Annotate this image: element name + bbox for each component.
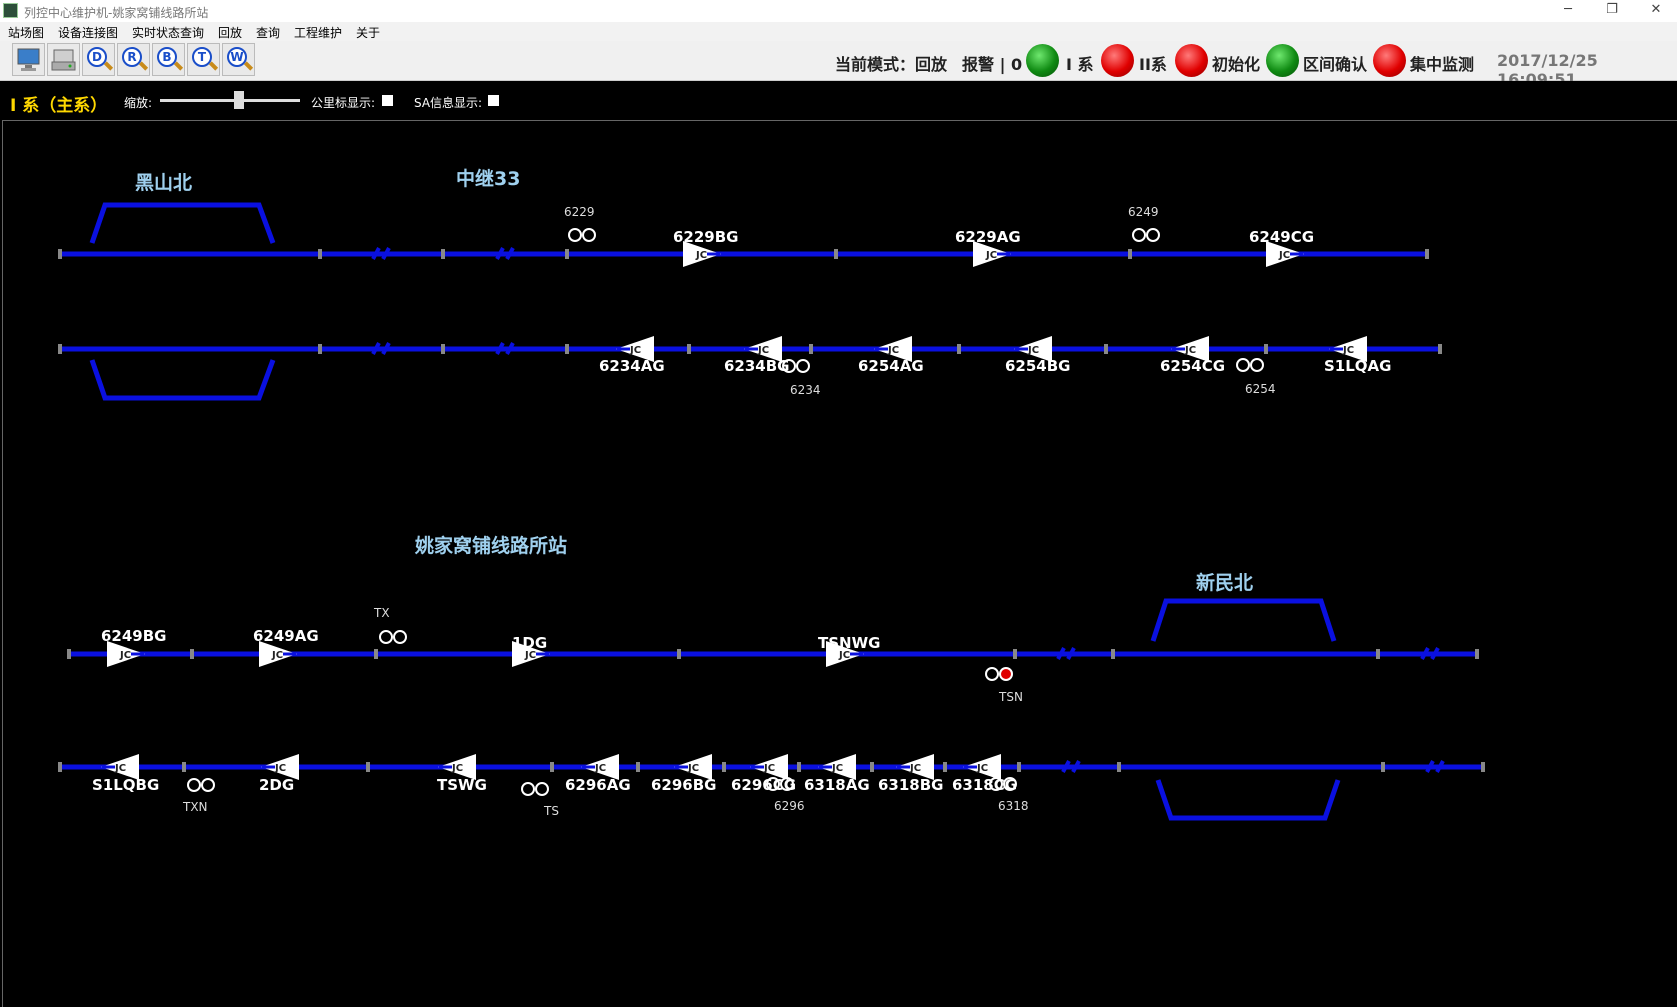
balise-label-txn: TXN — [182, 800, 208, 814]
platform-outlines — [89, 202, 1341, 821]
system-2-label: II系 — [1139, 55, 1167, 74]
balise-label-ts: TS — [543, 804, 559, 818]
monitor-button[interactable] — [12, 43, 45, 76]
signal-label-2dg: 2DG — [259, 776, 294, 794]
balise-6254-icon — [1236, 358, 1264, 372]
signal-label-s1lqag: S1LQAG — [1324, 357, 1391, 375]
signal-label-6254ag: 6254AG — [858, 357, 924, 375]
section-confirm-label: 区间确认 — [1303, 55, 1368, 74]
system-label: I 系（主系） — [10, 96, 108, 116]
signal-label-6249ag: 6249AG — [253, 627, 319, 645]
device-button[interactable] — [47, 43, 80, 76]
station-name-yaojiawopu: 姚家窝铺线路所站 — [414, 534, 567, 557]
zoom-slider-thumb[interactable] — [234, 91, 244, 109]
balise-label-6234: 6234 — [790, 383, 821, 397]
menu-station-diagram[interactable]: 站场图 — [8, 24, 44, 41]
signal-label-6254bg: 6254BG — [1005, 357, 1071, 375]
track-joints — [58, 249, 1485, 772]
system-2-lamp — [1101, 44, 1134, 77]
init-lamp — [1175, 44, 1208, 77]
balise-tsn-icon — [985, 667, 999, 681]
w-query-button[interactable]: W — [222, 43, 255, 76]
station-name-relay33: 中继33 — [456, 167, 520, 190]
section-confirm-lamp — [1266, 44, 1299, 77]
zoom-slider-track[interactable] — [160, 99, 300, 102]
balise-tx-icon — [379, 630, 407, 644]
balise-txn-icon — [187, 778, 215, 792]
system-1-label: I 系 — [1066, 55, 1094, 74]
signal-label-6254cg: 6254CG — [1160, 357, 1225, 375]
balise-6249-icon — [1132, 228, 1160, 242]
balise-label-tx: TX — [373, 606, 390, 620]
signal-label-tsnwg: TSNWG — [818, 634, 880, 652]
balise-ts-icon — [521, 782, 549, 796]
monitor-icon — [17, 48, 40, 71]
menu-playback[interactable]: 回放 — [218, 24, 242, 41]
b-query-button[interactable]: B — [152, 43, 185, 76]
title-bar: 列控中心维护机-姚家窝铺线路所站 ─ ❐ ✕ — [0, 0, 1677, 22]
sa-display-label: SA信息显示: — [414, 96, 483, 110]
window-title: 列控中心维护机-姚家窝铺线路所站 — [24, 6, 209, 20]
d-query-button[interactable]: D — [82, 43, 115, 76]
alarm-count: 报警 | 0 — [962, 55, 1023, 74]
signal-label-6249bg: 6249BG — [101, 627, 167, 645]
signal-label-6318bg: 6318BG — [878, 776, 944, 794]
station-name-heishanbei: 黑山北 — [135, 172, 192, 194]
app-icon — [3, 3, 18, 18]
central-monitor-lamp — [1373, 44, 1406, 77]
current-mode-label: 当前模式：回放 — [835, 55, 948, 74]
signal-label-6234ag: 6234AG — [599, 357, 665, 375]
menu-engineering[interactable]: 工程维护 — [294, 24, 342, 41]
device-icon — [51, 49, 76, 71]
balise-label-6229: 6229 — [564, 205, 595, 219]
r-query-button[interactable]: R — [117, 43, 150, 76]
menu-bar: 站场图 设备连接图 实时状态查询 回放 查询 工程维护 关于 — [0, 22, 1677, 41]
init-label: 初始化 — [1212, 55, 1261, 74]
signal-label-6229bg: 6229BG — [673, 228, 739, 246]
balise-label-6296: 6296 — [774, 799, 805, 813]
maximize-button[interactable]: ❐ — [1589, 0, 1635, 22]
menu-device-connection[interactable]: 设备连接图 — [58, 24, 118, 41]
balise-tsn-alarm-icon — [999, 667, 1013, 681]
sa-display-checkbox[interactable] — [488, 95, 499, 106]
menu-realtime-query[interactable]: 实时状态查询 — [132, 24, 204, 41]
signal-label-6296bg: 6296BG — [651, 776, 717, 794]
close-button[interactable]: ✕ — [1633, 0, 1677, 22]
central-monitor-label: 集中监测 — [1410, 55, 1475, 74]
station-diagram-canvas: JC JC 黑山北 中继33 姚家窝铺线路所站 新民北 6229BG 6229A… — [2, 120, 1677, 1007]
balise-label-6254: 6254 — [1245, 382, 1276, 396]
signal-label-1dg: 1DG — [512, 634, 547, 652]
zoom-label: 缩放: — [124, 96, 153, 110]
section-breaks — [371, 247, 1445, 773]
signal-label-6296ag: 6296AG — [565, 776, 631, 794]
t-query-button[interactable]: T — [187, 43, 220, 76]
signal-label-6234bg: 6234BG — [724, 357, 790, 375]
menu-query[interactable]: 查询 — [256, 24, 280, 41]
station-diagram: JC JC 黑山北 中继33 姚家窝铺线路所站 新民北 6229BG 6229A… — [58, 167, 1485, 821]
signal-label-6229ag: 6229AG — [955, 228, 1021, 246]
balise-6229-icon — [568, 228, 596, 242]
signal-label-tswg: TSWG — [437, 776, 487, 794]
system-1-lamp — [1026, 44, 1059, 77]
menu-about[interactable]: 关于 — [356, 24, 380, 41]
balise-label-6318: 6318 — [998, 799, 1029, 813]
signal-label-s1lqbg: S1LQBG — [92, 776, 159, 794]
balise-label-6249: 6249 — [1128, 205, 1159, 219]
km-display-checkbox[interactable] — [382, 95, 393, 106]
balise-label-tsn: TSN — [998, 690, 1023, 704]
station-name-xinminbei: 新民北 — [1196, 571, 1253, 594]
signal-label-6249cg: 6249CG — [1249, 228, 1314, 246]
minimize-button[interactable]: ─ — [1545, 0, 1591, 22]
signal-label-6318ag: 6318AG — [804, 776, 870, 794]
km-display-label: 公里标显示: — [311, 96, 376, 110]
